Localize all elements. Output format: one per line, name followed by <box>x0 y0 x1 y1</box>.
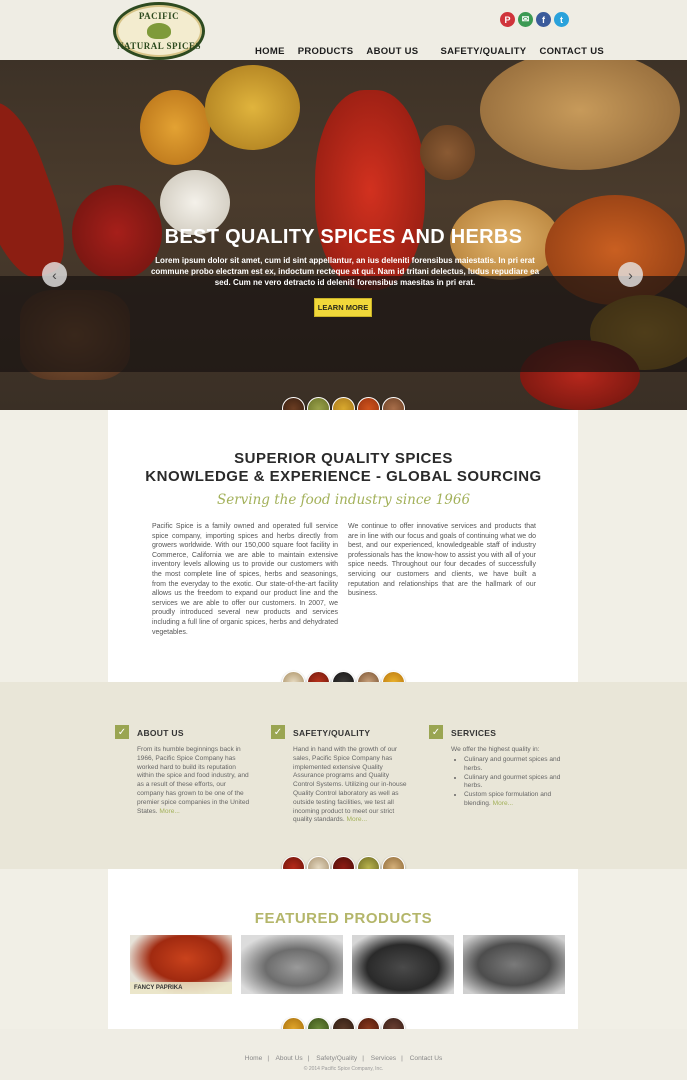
services-item: Culinary and gourmet spices and herbs. <box>464 774 562 792</box>
services-more-link[interactable]: More... <box>493 800 514 807</box>
product-image-4[interactable] <box>463 935 565 994</box>
intro-tagline: Serving the food industry since 1966 <box>216 492 471 508</box>
logo-text-bottom: NATURAL SPICES <box>116 41 202 51</box>
product-fancy-paprika[interactable]: FANCY PAPRIKA <box>130 935 232 994</box>
checkmark-icon: ✓ <box>115 725 129 739</box>
safety-body: Hand in hand with the growth of our sale… <box>293 746 407 824</box>
nav-products[interactable]: PRODUCTS <box>298 46 354 57</box>
footer-link-services[interactable]: Services <box>371 1055 396 1062</box>
services-item: Culinary and gourmet spices and herbs. <box>464 756 562 774</box>
product-image-3[interactable] <box>352 935 454 994</box>
nav-contact-us[interactable]: CONTACT US <box>539 46 604 57</box>
safety-more-link[interactable]: More... <box>347 816 368 823</box>
nav-about-us[interactable]: ABOUT US <box>366 46 418 57</box>
spice-bowl-orange <box>140 90 210 165</box>
pacific-spice-logo[interactable]: PACIFIC NATURAL SPICES <box>113 2 205 60</box>
product-label: FANCY PAPRIKA <box>130 982 232 994</box>
logo-text-top: PACIFIC <box>138 11 180 21</box>
slider-next-arrow-icon[interactable]: › <box>618 262 643 287</box>
social-links: P ✉ f t <box>500 12 569 27</box>
facebook-icon[interactable]: f <box>536 12 551 27</box>
intro-column-right: We continue to offer innovative services… <box>348 523 536 598</box>
footer-link-home[interactable]: Home <box>245 1055 263 1062</box>
twitter-icon[interactable]: t <box>554 12 569 27</box>
services-title: SERVICES <box>451 728 497 738</box>
footer-link-safety[interactable]: Safety/Quality <box>316 1055 357 1062</box>
product-image-2[interactable] <box>241 935 343 994</box>
nav-home[interactable]: HOME <box>255 46 285 57</box>
about-us-body: From its humble beginnings back in 1966,… <box>137 746 250 815</box>
safety-quality-text: Hand in hand with the growth of our sale… <box>293 746 411 825</box>
hero-title: BEST QUALITY SPICES AND HERBS <box>164 226 523 248</box>
intro-column-left: Pacific Spice is a family owned and oper… <box>152 523 338 636</box>
intro-heading-1: SUPERIOR QUALITY SPICES <box>234 450 453 467</box>
nav-safety-quality[interactable]: SAFETY/QUALITY <box>440 46 526 57</box>
nutmeg-shape <box>420 125 475 180</box>
spice-bowl-yellow <box>205 65 300 150</box>
safety-quality-title: SAFETY/QUALITY <box>293 728 371 738</box>
peppercorn-mortar <box>480 60 680 170</box>
footer-link-about[interactable]: About Us <box>276 1055 303 1062</box>
chili-pepper-shape <box>0 93 79 287</box>
services-item: Custom spice formulation and blending. M… <box>464 791 562 809</box>
services-list: Culinary and gourmet spices and herbs. C… <box>452 756 562 809</box>
about-more-link[interactable]: More... <box>159 808 180 815</box>
footer-nav: Home | About Us | Safety/Quality | Services… <box>244 1055 443 1062</box>
featured-products-title: FEATURED PRODUCTS <box>254 910 433 927</box>
services-intro: We offer the highest quality in: <box>451 746 540 753</box>
herb-emblem-icon <box>147 23 171 39</box>
main-nav: HOME PRODUCTS ABOUT US SAFETY/QUALITY CO… <box>255 46 617 57</box>
footer-link-contact[interactable]: Contact Us <box>410 1055 443 1062</box>
checkmark-icon: ✓ <box>271 725 285 739</box>
checkmark-icon: ✓ <box>429 725 443 739</box>
about-us-title: ABOUT US <box>137 728 184 738</box>
hero-description: Lorem ipsum dolor sit amet, cum id sint … <box>150 256 540 287</box>
intro-heading-2: KNOWLEDGE & EXPERIENCE - GLOBAL SOURCING <box>145 468 542 485</box>
pinterest-icon[interactable]: P <box>500 12 515 27</box>
learn-more-button[interactable]: LEARN MORE <box>314 298 372 317</box>
about-us-text: From its humble beginnings back in 1966,… <box>137 746 252 816</box>
hero-caption-band <box>0 276 687 372</box>
email-icon[interactable]: ✉ <box>518 12 533 27</box>
slider-prev-arrow-icon[interactable]: ‹ <box>42 262 67 287</box>
copyright: © 2014 Pacific Spice Company, Inc. <box>303 1066 384 1072</box>
